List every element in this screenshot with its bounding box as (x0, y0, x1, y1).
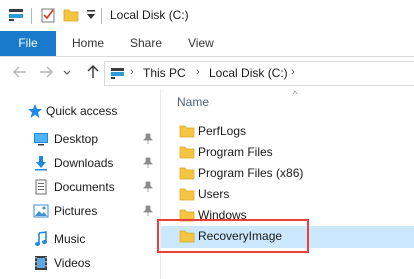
documents-icon (35, 179, 47, 195)
list-item[interactable]: PerfLogs (175, 121, 414, 142)
folder-icon (179, 209, 195, 222)
header-divider (161, 117, 414, 118)
list-item[interactable]: Program Files (175, 142, 414, 163)
file-name: Program Files (x86) (198, 166, 304, 180)
file-name: Users (198, 187, 230, 201)
sidebar-item-label: Documents (54, 180, 115, 194)
folder-icon (179, 167, 195, 180)
folder-icon (179, 125, 195, 138)
qat-separator (31, 8, 32, 24)
videos-icon (35, 256, 47, 270)
properties-icon[interactable] (40, 7, 56, 23)
recent-locations-chevron-icon[interactable] (62, 64, 72, 80)
customize-qat-icon[interactable] (86, 9, 96, 21)
file-name: Windows (198, 208, 247, 222)
breadcrumb-local-disk[interactable]: Local Disk (C:) (209, 66, 288, 80)
tab-home[interactable]: Home (72, 31, 104, 56)
list-item[interactable]: Users (175, 184, 414, 205)
pin-icon[interactable] (143, 133, 153, 145)
sidebar-item-quick-access[interactable]: Quick access (0, 99, 160, 123)
file-name: PerfLogs (198, 124, 247, 138)
column-header-name[interactable]: Name (177, 95, 209, 109)
sidebar-item-label: Downloads (54, 156, 114, 170)
breadcrumb-chevron-icon[interactable]: › (291, 66, 295, 78)
tab-view[interactable]: View (188, 31, 214, 56)
window-title: Local Disk (C:) (110, 8, 189, 22)
sidebar-item-videos[interactable]: Videos (0, 251, 160, 275)
up-arrow-icon[interactable] (85, 64, 101, 80)
download-icon (35, 156, 47, 171)
title-bar: Local Disk (C:) (0, 0, 414, 31)
music-icon (35, 231, 47, 246)
explorer-app-icon[interactable] (8, 8, 26, 22)
sidebar-item-music[interactable]: Music (0, 227, 160, 251)
pin-icon[interactable] (143, 181, 153, 193)
sidebar-item-label: Quick access (46, 104, 118, 118)
pin-icon[interactable] (143, 205, 153, 217)
breadcrumb-this-pc[interactable]: This PC (143, 66, 186, 80)
breadcrumb-chevron-icon[interactable]: › (130, 66, 134, 78)
navigation-pane: Quick access Desktop Downloads Documents… (0, 89, 160, 279)
sidebar-item-label: Desktop (54, 132, 99, 146)
desktop-icon (34, 133, 48, 146)
new-folder-icon[interactable] (63, 7, 79, 23)
forward-arrow-icon[interactable] (38, 64, 54, 80)
sidebar-item-label: Pictures (54, 204, 98, 218)
this-pc-icon (111, 68, 124, 79)
folder-icon (179, 230, 195, 243)
back-arrow-icon[interactable] (12, 64, 28, 80)
file-list: ^ Name PerfLogs Program Files Program Fi… (161, 89, 414, 279)
list-item[interactable]: Program Files (x86) (175, 163, 414, 184)
sort-ascending-icon[interactable]: ^ (293, 89, 297, 99)
tab-file[interactable]: File (0, 31, 56, 56)
sidebar-item-desktop[interactable]: Desktop (0, 127, 160, 151)
star-icon (28, 104, 42, 118)
sidebar-item-documents[interactable]: Documents (0, 175, 160, 199)
ribbon-tabs: File Home Share View (0, 31, 414, 57)
sidebar-item-pictures[interactable]: Pictures (0, 199, 160, 223)
navigation-row: › This PC › Local Disk (C:) › (0, 57, 414, 89)
file-name: Program Files (198, 145, 273, 159)
sidebar-item-label: Videos (54, 256, 91, 270)
pin-icon[interactable] (143, 157, 153, 169)
sidebar-item-downloads[interactable]: Downloads (0, 151, 160, 175)
list-item[interactable]: Windows (175, 205, 414, 226)
address-bar[interactable]: › This PC › Local Disk (C:) › (104, 61, 414, 86)
sidebar-item-label: Music (54, 232, 86, 246)
breadcrumb-chevron-icon[interactable]: › (196, 66, 200, 78)
pictures-icon (33, 204, 49, 218)
folder-icon (179, 188, 195, 201)
qat-separator-2 (101, 8, 102, 24)
file-name: RecoveryImage (198, 229, 283, 243)
folder-icon (179, 146, 195, 159)
list-item-selected[interactable]: RecoveryImage (161, 226, 414, 248)
tab-share[interactable]: Share (130, 31, 162, 56)
